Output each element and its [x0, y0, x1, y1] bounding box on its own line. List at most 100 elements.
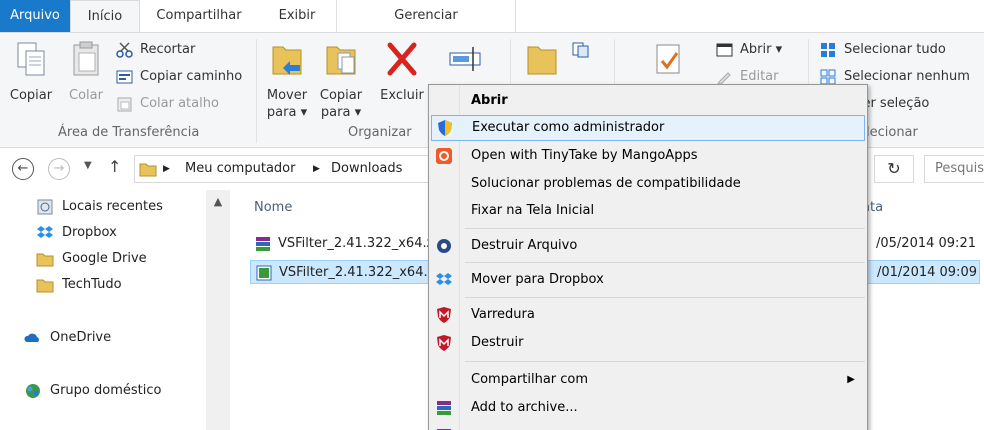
menu-item-move-dropbox[interactable]: Mover para Dropbox	[431, 267, 865, 293]
nav-item-dropbox[interactable]: Dropbox	[36, 222, 117, 244]
paste-shortcut-button[interactable]: Colar atalho	[114, 93, 219, 115]
edit-label: Editar	[740, 69, 779, 84]
breadcrumb-separator-icon[interactable]: ▶	[313, 164, 320, 174]
menu-item-abrir[interactable]: Abrir	[431, 88, 865, 114]
copy-path-icon	[116, 70, 133, 84]
file-name: VSFilter_2.41.322_x64.e	[279, 265, 436, 280]
column-header-name[interactable]: Nome	[254, 200, 292, 215]
up-arrow-icon[interactable]: ↑	[108, 157, 121, 176]
nav-item-recent-places[interactable]: Locais recentes	[36, 196, 163, 218]
copy-path-button[interactable]: Copiar caminho	[114, 66, 242, 88]
dropbox-icon	[37, 226, 53, 238]
group-label-clipboard: Área de Transferência	[58, 125, 200, 140]
nav-item-homegroup[interactable]: Grupo doméstico	[24, 380, 161, 402]
tinytake-icon	[436, 148, 452, 164]
properties-button[interactable]	[644, 39, 692, 87]
move-folder-icon	[272, 46, 302, 75]
menu-item-share-with[interactable]: Compartilhar com ▶	[431, 367, 865, 393]
winrar-icon	[437, 401, 451, 415]
tab-inicio[interactable]: Início	[70, 0, 140, 33]
menu-item-pin-start[interactable]: Fixar na Tela Inicial	[431, 198, 865, 224]
back-button[interactable]: ←	[12, 158, 34, 180]
paste-button[interactable]: Colar	[64, 39, 108, 104]
menu-item-add-archive[interactable]: Add to archive...	[431, 395, 865, 421]
homegroup-icon	[26, 384, 40, 398]
menu-item-tinytake[interactable]: Open with TinyTake by MangoApps	[431, 143, 865, 169]
nav-item-label: Dropbox	[62, 225, 117, 240]
file-date: /01/2014 09:09	[877, 265, 977, 280]
menu-item-run-as-admin[interactable]: Executar como administrador	[431, 115, 865, 141]
tab-gerenciar[interactable]: Gerenciar	[336, 0, 516, 32]
menu-item-destroy[interactable]: Destruir	[431, 330, 865, 356]
cut-label: Recortar	[140, 42, 196, 57]
new-folder-button[interactable]	[522, 39, 562, 87]
nav-item-google-drive[interactable]: Google Drive	[36, 248, 147, 270]
copy-label: Copiar	[9, 88, 53, 103]
folder-icon	[36, 279, 54, 293]
nav-scrollbar[interactable]: ▲	[206, 190, 230, 430]
copy-to-label-2: para ▾	[320, 105, 362, 120]
properties-check-icon	[656, 44, 680, 74]
delete-button[interactable]: Excluir	[376, 39, 428, 104]
cut-button[interactable]: Recortar	[114, 39, 195, 61]
recent-locations-chevron-icon[interactable]: ▼	[84, 160, 92, 171]
context-menu: Abrir Executar como administrador Open w…	[428, 84, 868, 430]
breadcrumb-meu-computador[interactable]: Meu computador	[185, 161, 295, 176]
paste-shortcut-icon	[117, 97, 132, 112]
paste-shortcut-label: Colar atalho	[140, 96, 219, 111]
nav-item-label: Grupo doméstico	[50, 383, 162, 398]
select-all-button[interactable]: Selecionar tudo	[818, 39, 946, 61]
breadcrumb-downloads[interactable]: Downloads	[331, 161, 402, 176]
group-label-organize: Organizar	[348, 125, 412, 140]
copy-folder-icon	[326, 46, 356, 75]
file-name: VSFilter_2.41.322_x64.z	[278, 236, 434, 251]
menu-item-label: Open with TinyTake by MangoApps	[471, 148, 698, 163]
select-none-label: Selecionar nenhum	[844, 69, 970, 84]
copy-icon	[17, 42, 45, 76]
rename-icon	[449, 47, 481, 71]
copy-button[interactable]: Copiar	[8, 39, 54, 104]
scroll-up-arrow-icon[interactable]: ▲	[206, 190, 230, 214]
search-input[interactable]: Pesquis	[924, 155, 984, 183]
nav-item-label: OneDrive	[50, 330, 112, 345]
tab-compartilhar[interactable]: Compartilhar	[140, 0, 258, 32]
move-to-button[interactable]: Mover para ▾	[262, 39, 312, 121]
open-icon	[716, 43, 733, 57]
onedrive-cloud-icon	[24, 333, 39, 342]
new-item-button[interactable]	[570, 39, 600, 61]
shredder-icon	[437, 239, 451, 253]
copy-path-label: Copiar caminho	[140, 69, 243, 84]
copy-to-label-1: Copiar	[319, 88, 363, 103]
breadcrumb-separator-icon[interactable]: ▶	[163, 164, 170, 174]
dropbox-icon	[436, 273, 452, 285]
folder-icon	[139, 163, 157, 177]
menu-item-add-archive-named[interactable]	[431, 423, 865, 430]
ribbon-tabbar: Arquivo Início Compartilhar Exibir Geren…	[0, 0, 984, 33]
move-to-label-1: Mover	[266, 88, 308, 103]
nav-item-label: Google Drive	[62, 251, 147, 266]
group-label-select: lecionar	[866, 125, 918, 140]
nav-item-onedrive[interactable]: OneDrive	[24, 327, 111, 349]
forward-button[interactable]: →	[48, 158, 70, 180]
google-drive-folder-icon	[36, 253, 54, 267]
nav-item-techtudo[interactable]: TechTudo	[36, 274, 122, 296]
menu-item-scan[interactable]: Varredura	[431, 302, 865, 328]
refresh-button[interactable]: ↻	[874, 155, 914, 183]
move-to-label-2: para ▾	[266, 105, 308, 120]
menu-item-label: Mover para Dropbox	[471, 272, 604, 287]
nav-item-label: Locais recentes	[62, 199, 163, 214]
scissors-icon	[116, 42, 133, 58]
paste-icon	[73, 41, 99, 76]
mcafee-shield-icon	[437, 335, 451, 351]
tab-exibir[interactable]: Exibir	[258, 0, 336, 32]
rar-archive-icon	[256, 237, 270, 251]
menu-item-label: Add to archive...	[471, 400, 578, 415]
rename-button[interactable]	[444, 39, 486, 87]
open-button[interactable]: Abrir ▾	[714, 39, 782, 61]
menu-item-shred-file[interactable]: Destruir Arquivo	[431, 233, 865, 259]
copy-to-button[interactable]: Copiar para ▾	[316, 39, 366, 121]
menu-item-label: Executar como administrador	[472, 120, 665, 135]
menu-item-troubleshoot[interactable]: Solucionar problemas de compatibilidade	[431, 171, 865, 197]
delete-x-icon	[387, 42, 417, 76]
tab-arquivo[interactable]: Arquivo	[0, 0, 70, 32]
